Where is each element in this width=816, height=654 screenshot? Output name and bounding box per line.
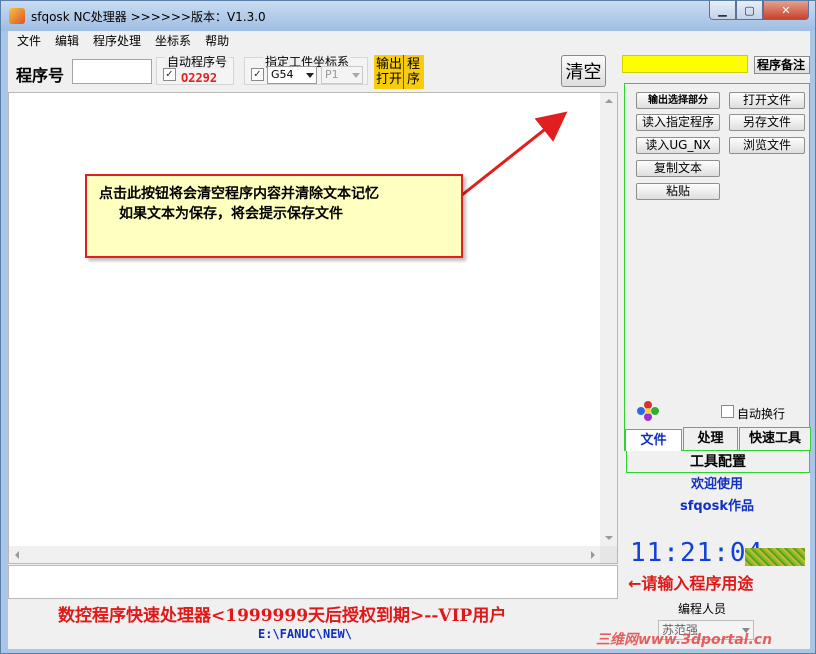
tab-quick-tools[interactable]: 快速工具: [739, 427, 811, 451]
callout-line-2: 如果文本为保存，将会提示保存文件: [119, 206, 343, 222]
auto-program-number-group: 自动程序号 ✓ O2292: [156, 55, 234, 85]
close-button[interactable]: ✕: [763, 1, 809, 20]
menu-coordinate-system[interactable]: 坐标系: [148, 32, 198, 50]
program-number-label: 程序号: [16, 66, 65, 85]
client-area: 文件 编辑 程序处理 坐标系 帮助 程序号 自动程序号 ✓ O2292 指定工件…: [8, 31, 812, 649]
app-window: sfqosk NC处理器 >>>>>>版本：V1.3.0 ▁ ▢ ✕ 文件 编辑…: [0, 0, 816, 654]
save-as-button[interactable]: 另存文件: [729, 114, 805, 131]
scrollbar-corner: [600, 546, 617, 563]
window-title: sfqosk NC处理器 >>>>>>版本：V1.3.0: [31, 10, 266, 24]
coordinate-sub-select-value: P1: [325, 68, 339, 81]
callout-arrow-icon: [461, 111, 568, 197]
coordinate-system-group: 指定工件坐标系 ✓ G54 P1: [244, 55, 368, 85]
chevron-down-icon: [306, 73, 314, 78]
program-char-2: 序: [407, 72, 421, 87]
program-note-button[interactable]: 程序备注: [754, 56, 810, 74]
menu-file[interactable]: 文件: [10, 32, 48, 50]
auto-wrap-label: 自动换行: [737, 407, 786, 421]
window-controls: ▁ ▢ ✕: [709, 1, 809, 21]
auto-program-number-value: O2292: [181, 71, 218, 85]
open-label: 打开: [376, 72, 403, 87]
site-watermark: 三维网www.3dportal.cn: [596, 632, 773, 648]
activity-indicator: [745, 548, 805, 566]
menu-program-processing[interactable]: 程序处理: [86, 32, 148, 50]
scroll-left-icon[interactable]: [15, 551, 19, 559]
welcome-line-1: 欢迎使用: [690, 477, 743, 492]
coordinate-select[interactable]: G54: [267, 66, 317, 84]
title-bar[interactable]: sfqosk NC处理器 >>>>>>版本：V1.3.0 ▁ ▢ ✕: [1, 1, 815, 31]
clear-button[interactable]: 清空: [561, 55, 606, 87]
auto-program-number-checkbox[interactable]: ✓: [163, 68, 176, 81]
copy-text-button[interactable]: 复制文本: [636, 160, 720, 177]
program-char-1: 程: [407, 57, 421, 72]
browse-file-button[interactable]: 浏览文件: [729, 137, 805, 154]
menu-help[interactable]: 帮助: [198, 32, 236, 50]
program-note-field[interactable]: [622, 55, 748, 73]
output-open-col1: 输出 打开: [374, 55, 404, 89]
license-status: 数控程序快速处理器<1999999天后授权到期>--VIP用户: [58, 606, 507, 626]
program-purpose-input[interactable]: [8, 565, 618, 599]
paste-button[interactable]: 粘贴: [636, 183, 720, 200]
minimize-button[interactable]: ▁: [709, 1, 736, 20]
scroll-up-icon[interactable]: [605, 99, 613, 103]
scroll-right-icon[interactable]: [591, 551, 595, 559]
panel-tabs: 文件 处理 快速工具: [625, 427, 811, 451]
purpose-hint: ←请输入程序用途: [628, 574, 754, 593]
programmer-label: 编程人员: [678, 602, 727, 616]
tab-processing[interactable]: 处理: [683, 427, 738, 451]
output-selection-button[interactable]: 输出选择部分: [636, 92, 720, 109]
tab-file[interactable]: 文件: [625, 429, 682, 451]
maximize-button[interactable]: ▢: [736, 1, 763, 20]
app-icon: [9, 8, 25, 24]
open-file-button[interactable]: 打开文件: [729, 92, 805, 109]
digital-clock: 11:21:04: [630, 538, 764, 568]
horizontal-scrollbar[interactable]: [9, 546, 601, 563]
welcome-line-2: sfqosk作品: [679, 499, 754, 514]
vertical-scrollbar[interactable]: [600, 93, 617, 546]
read-specified-program-button[interactable]: 读入指定程序: [636, 114, 720, 131]
top-toolbar: 程序号 自动程序号 ✓ O2292 指定工件坐标系 ✓ G54 P1 输出 打开…: [8, 51, 618, 91]
auto-program-number-title: 自动程序号: [165, 55, 230, 69]
menu-edit[interactable]: 编辑: [48, 32, 86, 50]
chevron-down-icon: [352, 73, 360, 78]
gem-icon[interactable]: [635, 400, 661, 422]
output-open-program-button[interactable]: 输出 打开 程 序: [374, 55, 424, 89]
coordinate-select-value: G54: [271, 68, 294, 81]
output-open-col2: 程 序: [404, 55, 422, 89]
welcome-text: 欢迎使用 sfqosk作品: [622, 474, 812, 518]
tool-panel: 输出选择部分 读入指定程序 读入UG_NX 复制文本 粘贴 打开文件 另存文件 …: [624, 83, 811, 451]
program-number-input[interactable]: [72, 59, 152, 84]
menu-bar: 文件 编辑 程序处理 坐标系 帮助: [8, 31, 810, 51]
auto-wrap-checkbox[interactable]: [721, 405, 734, 418]
callout-line-1: 点击此按钮将会清空程序内容并清除文本记忆: [99, 186, 379, 202]
tab-tools-config[interactable]: 工具配置: [626, 451, 810, 473]
coordinate-system-checkbox[interactable]: ✓: [251, 68, 264, 81]
current-path: E:\FANUC\NEW\: [258, 627, 352, 641]
coordinate-sub-select[interactable]: P1: [321, 66, 363, 84]
clear-button-callout: 点击此按钮将会清空程序内容并清除文本记忆 如果文本为保存，将会提示保存文件: [85, 174, 463, 258]
scroll-down-icon[interactable]: [605, 536, 613, 540]
read-ug-nx-button[interactable]: 读入UG_NX: [636, 137, 720, 154]
output-label: 输出: [376, 57, 403, 72]
